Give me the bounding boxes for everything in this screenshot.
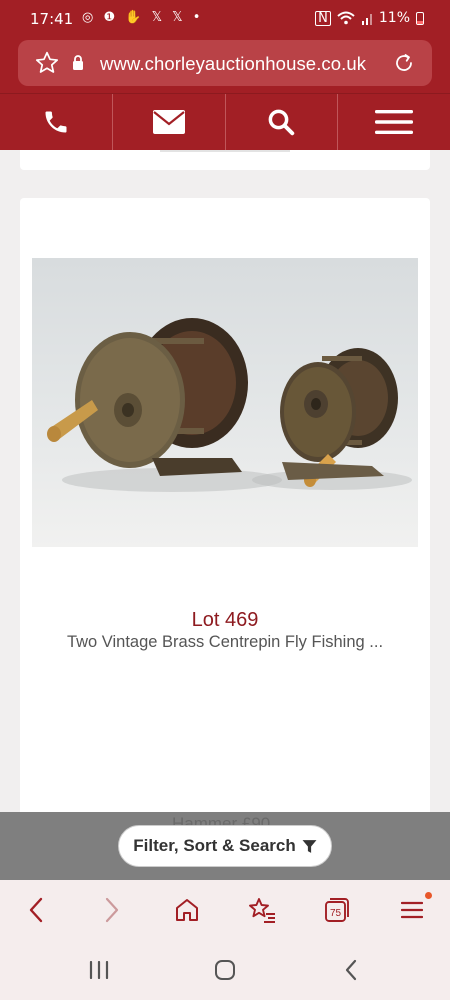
- previous-card-remnant: [160, 150, 290, 152]
- bookmark-star-icon[interactable]: [34, 50, 60, 76]
- status-bar: 17:41 ◎ ❶ ✋ 𝕏 𝕏 • N 11%: [0, 0, 450, 38]
- site-nav: [0, 93, 450, 150]
- battery-percent: 11%: [378, 10, 410, 26]
- android-navigation-bar: [0, 940, 450, 1000]
- phone-icon: [45, 111, 67, 133]
- home-button[interactable]: [171, 894, 203, 926]
- search-icon: [269, 109, 295, 136]
- nfc-icon: N: [315, 10, 331, 26]
- hamburger-menu-icon: [401, 901, 423, 919]
- chevron-right-icon: [105, 897, 119, 923]
- reload-icon[interactable]: [392, 51, 416, 75]
- bookmarks-button[interactable]: [246, 894, 278, 926]
- filter-button-label: Filter, Sort & Search: [133, 836, 296, 855]
- battery-icon: [416, 11, 424, 25]
- home-icon: [176, 899, 198, 921]
- previous-lot-card: [20, 150, 430, 170]
- email-button[interactable]: [113, 94, 226, 150]
- back-nav-button[interactable]: [336, 958, 366, 982]
- filter-funnel-icon: [302, 839, 317, 853]
- status-time: 17:41: [30, 10, 74, 28]
- lot-description[interactable]: Two Vintage Brass Centrepin Fly Fishing …: [20, 633, 430, 652]
- signal-icon: [361, 13, 372, 25]
- lot-number[interactable]: Lot 469: [20, 609, 430, 632]
- lot-card[interactable]: Lot 469 Two Vintage Brass Centrepin Fly …: [20, 198, 430, 838]
- home-nav-button[interactable]: [210, 958, 240, 982]
- search-button[interactable]: [226, 94, 339, 150]
- recent-apps-button[interactable]: [84, 958, 114, 982]
- tabs-icon: 75: [325, 898, 349, 922]
- bookmarks-star-list-icon: [249, 898, 275, 923]
- mail-icon: [152, 110, 185, 134]
- phone-button[interactable]: [0, 94, 113, 150]
- chevron-left-icon: [29, 897, 43, 923]
- wifi-icon: [337, 11, 355, 25]
- lot-image[interactable]: [32, 258, 418, 547]
- recent-apps-icon: [89, 961, 109, 979]
- back-button[interactable]: [20, 894, 52, 926]
- back-chevron-icon: [345, 959, 357, 981]
- menu-button[interactable]: [338, 94, 450, 150]
- status-right: N 11%: [315, 10, 424, 26]
- lock-icon[interactable]: [72, 55, 84, 70]
- menu-notification-dot: [425, 892, 432, 899]
- browser-menu-button[interactable]: [396, 894, 428, 926]
- tab-count: 75: [330, 908, 342, 919]
- tabs-button[interactable]: 75: [321, 894, 353, 926]
- home-circle-icon: [215, 960, 235, 980]
- forward-button[interactable]: [96, 894, 128, 926]
- filter-overlay: Hammer £90 Filter, Sort & Search: [0, 812, 450, 880]
- url-text[interactable]: www.chorleyauctionhouse.co.uk: [100, 53, 366, 75]
- browser-toolbar: 75: [0, 880, 450, 940]
- filter-sort-search-button[interactable]: Filter, Sort & Search: [118, 825, 332, 867]
- menu-icon: [375, 110, 414, 134]
- address-bar[interactable]: www.chorleyauctionhouse.co.uk: [18, 40, 432, 86]
- notification-icons: ◎ ❶ ✋ 𝕏 𝕏 •: [82, 10, 204, 25]
- fishing-reels-image: [47, 318, 412, 492]
